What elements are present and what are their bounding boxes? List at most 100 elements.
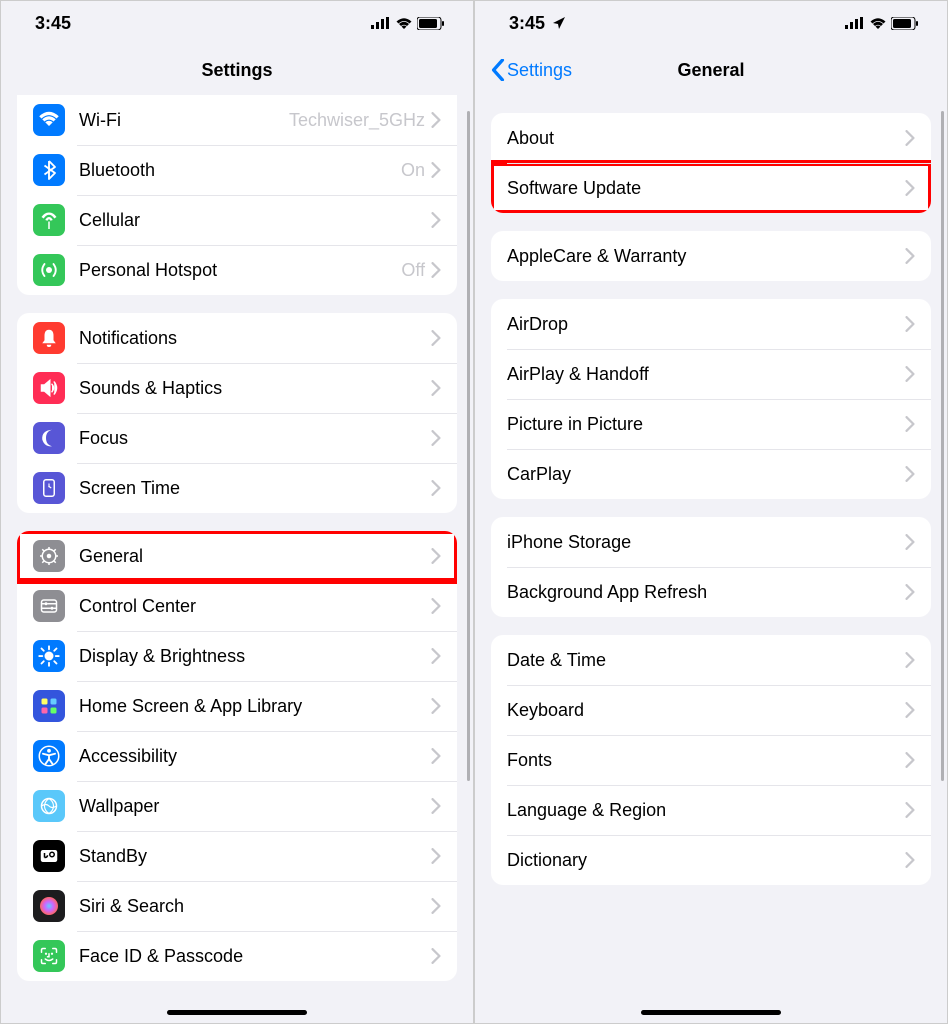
general-row-iphone-storage[interactable]: iPhone Storage bbox=[491, 517, 931, 567]
back-label: Settings bbox=[507, 60, 572, 81]
settings-row-accessibility[interactable]: Accessibility bbox=[17, 731, 457, 781]
row-label: Software Update bbox=[507, 178, 905, 199]
homescreen-icon bbox=[33, 690, 65, 722]
row-label: Notifications bbox=[79, 328, 431, 349]
controlcenter-icon bbox=[33, 590, 65, 622]
row-label: About bbox=[507, 128, 905, 149]
row-label: Siri & Search bbox=[79, 896, 431, 917]
chevron-right-icon bbox=[431, 212, 441, 228]
row-label: Fonts bbox=[507, 750, 905, 771]
settings-row-display-brightness[interactable]: Display & Brightness bbox=[17, 631, 457, 681]
row-label: Accessibility bbox=[79, 746, 431, 767]
settings-row-screen-time[interactable]: Screen Time bbox=[17, 463, 457, 513]
chevron-right-icon bbox=[905, 852, 915, 868]
chevron-right-icon bbox=[905, 802, 915, 818]
hotspot-icon bbox=[33, 254, 65, 286]
row-value: Off bbox=[401, 260, 425, 281]
scrollbar[interactable] bbox=[941, 111, 944, 781]
chevron-right-icon bbox=[905, 702, 915, 718]
signal-icon bbox=[371, 17, 391, 29]
back-button[interactable]: Settings bbox=[491, 59, 572, 81]
settings-group: Notifications Sounds & Haptics Focus Scr… bbox=[17, 313, 457, 513]
row-label: Screen Time bbox=[79, 478, 431, 499]
chevron-right-icon bbox=[905, 130, 915, 146]
row-label: Sounds & Haptics bbox=[79, 378, 431, 399]
chevron-left-icon bbox=[491, 59, 505, 81]
battery-icon bbox=[417, 17, 445, 30]
nav-header: Settings bbox=[1, 45, 473, 95]
settings-row-home-screen-app-library[interactable]: Home Screen & App Library bbox=[17, 681, 457, 731]
chevron-right-icon bbox=[431, 162, 441, 178]
row-label: Language & Region bbox=[507, 800, 905, 821]
row-label: Face ID & Passcode bbox=[79, 946, 431, 967]
general-row-about[interactable]: About bbox=[491, 113, 931, 163]
home-indicator[interactable] bbox=[167, 1010, 307, 1015]
chevron-right-icon bbox=[431, 798, 441, 814]
chevron-right-icon bbox=[905, 652, 915, 668]
general-row-carplay[interactable]: CarPlay bbox=[491, 449, 931, 499]
row-label: Control Center bbox=[79, 596, 431, 617]
wifi-status-icon bbox=[395, 17, 413, 30]
general-row-language-region[interactable]: Language & Region bbox=[491, 785, 931, 835]
settings-row-face-id-passcode[interactable]: Face ID & Passcode bbox=[17, 931, 457, 981]
wallpaper-icon bbox=[33, 790, 65, 822]
scrollbar[interactable] bbox=[467, 111, 470, 781]
status-indicators bbox=[845, 17, 919, 30]
chevron-right-icon bbox=[431, 262, 441, 278]
settings-scroll[interactable]: Wi-Fi Techwiser_5GHz Bluetooth On Cellul… bbox=[1, 95, 473, 1024]
general-row-date-time[interactable]: Date & Time bbox=[491, 635, 931, 685]
row-label: Bluetooth bbox=[79, 160, 401, 181]
general-row-airplay-handoff[interactable]: AirPlay & Handoff bbox=[491, 349, 931, 399]
screenshot-general: 3:45 Settings General About Software Upd… bbox=[474, 0, 948, 1024]
general-row-applecare-warranty[interactable]: AppleCare & Warranty bbox=[491, 231, 931, 281]
settings-row-wi-fi[interactable]: Wi-Fi Techwiser_5GHz bbox=[17, 95, 457, 145]
general-row-background-app-refresh[interactable]: Background App Refresh bbox=[491, 567, 931, 617]
chevron-right-icon bbox=[431, 948, 441, 964]
chevron-right-icon bbox=[431, 480, 441, 496]
settings-row-sounds-haptics[interactable]: Sounds & Haptics bbox=[17, 363, 457, 413]
chevron-right-icon bbox=[905, 534, 915, 550]
general-row-picture-in-picture[interactable]: Picture in Picture bbox=[491, 399, 931, 449]
settings-row-siri-search[interactable]: Siri & Search bbox=[17, 881, 457, 931]
row-label: Date & Time bbox=[507, 650, 905, 671]
settings-row-personal-hotspot[interactable]: Personal Hotspot Off bbox=[17, 245, 457, 295]
settings-row-general[interactable]: General bbox=[17, 531, 457, 581]
chevron-right-icon bbox=[905, 366, 915, 382]
settings-row-standby[interactable]: StandBy bbox=[17, 831, 457, 881]
chevron-right-icon bbox=[905, 752, 915, 768]
chevron-right-icon bbox=[431, 380, 441, 396]
chevron-right-icon bbox=[431, 598, 441, 614]
chevron-right-icon bbox=[431, 748, 441, 764]
general-scroll[interactable]: About Software Update AppleCare & Warran… bbox=[475, 95, 947, 1024]
general-row-fonts[interactable]: Fonts bbox=[491, 735, 931, 785]
general-group: About Software Update bbox=[491, 113, 931, 213]
chevron-right-icon bbox=[431, 898, 441, 914]
chevron-right-icon bbox=[431, 330, 441, 346]
chevron-right-icon bbox=[431, 698, 441, 714]
bluetooth-icon bbox=[33, 154, 65, 186]
settings-row-cellular[interactable]: Cellular bbox=[17, 195, 457, 245]
status-time: 3:45 bbox=[35, 13, 71, 34]
row-label: Wallpaper bbox=[79, 796, 431, 817]
chevron-right-icon bbox=[431, 848, 441, 864]
row-label: AirDrop bbox=[507, 314, 905, 335]
status-bar: 3:45 bbox=[1, 1, 473, 45]
sounds-icon bbox=[33, 372, 65, 404]
home-indicator[interactable] bbox=[641, 1010, 781, 1015]
row-label: AirPlay & Handoff bbox=[507, 364, 905, 385]
settings-row-bluetooth[interactable]: Bluetooth On bbox=[17, 145, 457, 195]
general-group: Date & Time Keyboard Fonts Language & Re… bbox=[491, 635, 931, 885]
signal-icon bbox=[845, 17, 865, 29]
settings-row-focus[interactable]: Focus bbox=[17, 413, 457, 463]
focus-icon bbox=[33, 422, 65, 454]
settings-row-notifications[interactable]: Notifications bbox=[17, 313, 457, 363]
row-value: On bbox=[401, 160, 425, 181]
general-row-software-update[interactable]: Software Update bbox=[491, 163, 931, 213]
general-row-keyboard[interactable]: Keyboard bbox=[491, 685, 931, 735]
page-title: General bbox=[677, 60, 744, 81]
row-label: Background App Refresh bbox=[507, 582, 905, 603]
settings-row-control-center[interactable]: Control Center bbox=[17, 581, 457, 631]
general-row-airdrop[interactable]: AirDrop bbox=[491, 299, 931, 349]
general-row-dictionary[interactable]: Dictionary bbox=[491, 835, 931, 885]
settings-row-wallpaper[interactable]: Wallpaper bbox=[17, 781, 457, 831]
